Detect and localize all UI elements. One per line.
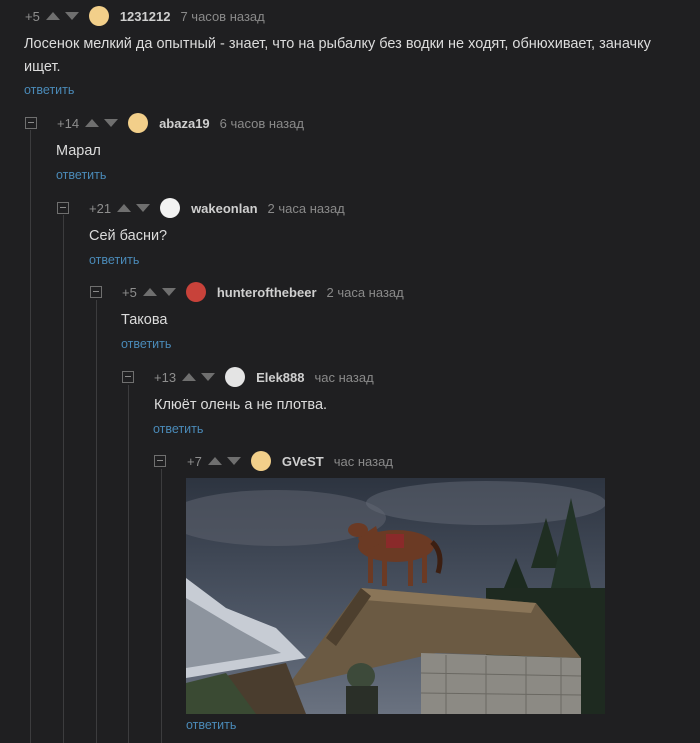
upvote-icon[interactable] [182,373,197,381]
thread-line [63,215,64,743]
reply-link[interactable]: ответить [186,718,236,732]
comment-header: +13 Elek888 час назад [154,367,374,387]
collapse-toggle[interactable] [154,455,166,467]
upvote-icon[interactable] [142,288,157,296]
downvote-icon[interactable] [161,288,176,296]
comment-header: +21 wakeonlan 2 часа назад [89,198,345,218]
comment-header: +14 abaza19 6 часов назад [57,113,304,133]
comment-author[interactable]: Elek888 [256,370,304,385]
upvote-icon[interactable] [117,204,132,212]
comment-author[interactable]: wakeonlan [191,201,257,216]
comment-header: +7 GVeST час назад [187,451,393,471]
upvote-icon[interactable] [45,12,60,20]
comment-author[interactable]: GVeST [282,454,324,469]
comment-time: 2 часа назад [326,284,404,300]
avatar[interactable] [250,451,271,471]
avatar[interactable] [88,6,109,26]
collapse-toggle[interactable] [122,371,134,383]
comment-rating: +5 [122,284,137,300]
comment-header: +5 hunterofthebeer 2 часа назад [122,282,404,302]
comment-rating: +5 [25,8,40,24]
comment-text: Марал [56,143,101,159]
avatar[interactable] [128,113,149,133]
comment-rating: +7 [187,453,202,469]
downvote-icon[interactable] [64,12,79,20]
comment-time: час назад [314,369,374,385]
thread-line [30,130,31,743]
horse-on-roof-illustration [186,478,605,714]
reply-link[interactable]: ответить [56,168,106,182]
comment-header: +5 1231212 7 часов назад [25,6,265,26]
comment-author[interactable]: hunterofthebeer [217,285,317,300]
comment-author[interactable]: 1231212 [120,9,171,24]
upvote-icon[interactable] [85,119,100,127]
downvote-icon[interactable] [104,119,119,127]
comment-time: 7 часов назад [180,8,265,24]
comment-rating: +21 [89,200,112,216]
comment-text: Лосенок мелкий да опытный - знает, что н… [24,36,651,75]
collapse-toggle[interactable] [25,117,37,129]
downvote-icon[interactable] [136,204,151,212]
comment-author[interactable]: abaza19 [159,116,210,131]
avatar[interactable] [225,367,246,387]
reply-link[interactable]: ответить [89,253,139,267]
comment-text: Такова [121,312,168,328]
collapse-toggle[interactable] [90,286,102,298]
thread-line [128,385,129,743]
downvote-icon[interactable] [226,457,241,465]
downvote-icon[interactable] [201,373,216,381]
upvote-icon[interactable] [207,457,222,465]
reply-link[interactable]: ответить [121,337,171,351]
thread-line [96,300,97,743]
thread-line [161,469,162,743]
comment-rating: +14 [57,115,80,131]
comment-rating: +13 [154,369,177,385]
reply-link[interactable]: ответить [153,422,203,436]
comment-text: Сей басни? [89,228,168,244]
avatar[interactable] [185,282,206,302]
reply-link[interactable]: ответить [24,83,74,97]
collapse-toggle[interactable] [57,202,69,214]
comment-time: 6 часов назад [219,115,304,131]
comment-time: 2 часа назад [267,200,345,216]
comment-text: Клюёт олень а не плотва. [154,397,328,413]
comment-time: час назад [333,453,393,469]
avatar[interactable] [160,198,181,218]
comment-image[interactable] [186,478,605,714]
